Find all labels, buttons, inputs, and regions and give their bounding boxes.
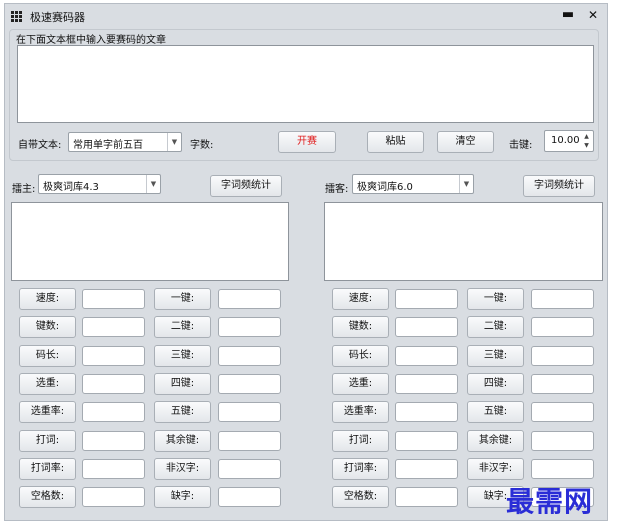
right-stat-value-col2-4 <box>531 402 594 422</box>
left-stat-value-col1-0 <box>82 289 145 309</box>
left-stat-label-col2-5[interactable]: 其余键: <box>154 430 211 452</box>
close-button[interactable]: ✕ <box>585 7 601 23</box>
left-stat-value-col2-0 <box>218 289 281 309</box>
right-output-box[interactable] <box>324 202 603 281</box>
left-stat-value-col1-4 <box>82 402 145 422</box>
grid-icon <box>11 11 23 22</box>
builtin-text-value: 常用单字前五百 <box>73 140 143 151</box>
right-stat-value-col2-6 <box>531 459 594 479</box>
right-stat-label-col2-3[interactable]: 四键: <box>467 373 524 395</box>
chevron-down-icon: ▼ <box>146 175 160 193</box>
chevron-down-icon: ▼ <box>459 175 473 193</box>
left-stat-label-col2-4[interactable]: 五键: <box>154 401 211 423</box>
right-dict-value: 极爽词库6.0 <box>357 182 413 193</box>
left-player-label: 擂主: <box>12 184 36 195</box>
article-prompt: 在下面文本框中输入要赛码的文章 <box>16 35 166 46</box>
right-player-label: 擂客: <box>325 184 349 195</box>
left-stat-value-col2-7 <box>218 487 281 507</box>
left-output-box[interactable] <box>11 202 289 281</box>
right-stats-button[interactable]: 字词频统计 <box>523 175 595 197</box>
right-stat-label-col1-3[interactable]: 选重: <box>332 373 389 395</box>
title-bar[interactable]: 极速赛码器 ▬ ✕ <box>5 4 607 28</box>
left-dict-value: 极爽词库4.3 <box>43 182 99 193</box>
spin-up-icon[interactable]: ▲ <box>582 132 591 141</box>
left-stat-label-col1-6[interactable]: 打词率: <box>19 458 76 480</box>
right-stat-value-col2-0 <box>531 289 594 309</box>
left-stat-label-col2-0[interactable]: 一键: <box>154 288 211 310</box>
right-stat-label-col2-0[interactable]: 一键: <box>467 288 524 310</box>
spin-down-icon[interactable]: ▼ <box>582 141 591 150</box>
left-stat-label-col1-0[interactable]: 速度: <box>19 288 76 310</box>
window-title: 极速赛码器 <box>30 11 85 24</box>
right-dict-select[interactable]: 极爽词库6.0 ▼ <box>352 174 474 194</box>
left-stat-value-col1-3 <box>82 374 145 394</box>
wordcount-label: 字数: <box>190 140 214 151</box>
right-stat-value-col1-3 <box>395 374 458 394</box>
right-stat-label-col1-4[interactable]: 选重率: <box>332 401 389 423</box>
left-stat-label-col1-7[interactable]: 空格数: <box>19 486 76 508</box>
right-stat-label-col1-2[interactable]: 码长: <box>332 345 389 367</box>
right-stat-value-col1-6 <box>395 459 458 479</box>
left-stat-value-col2-6 <box>218 459 281 479</box>
left-stat-label-col1-2[interactable]: 码长: <box>19 345 76 367</box>
right-stat-value-col1-2 <box>395 346 458 366</box>
article-textarea[interactable] <box>17 45 594 123</box>
right-stat-label-col1-7[interactable]: 空格数: <box>332 486 389 508</box>
clear-button[interactable]: 清空 <box>437 131 494 153</box>
left-stat-value-col1-7 <box>82 487 145 507</box>
right-stat-label-col1-0[interactable]: 速度: <box>332 288 389 310</box>
left-stat-label-col2-3[interactable]: 四键: <box>154 373 211 395</box>
left-stat-value-col1-5 <box>82 431 145 451</box>
right-stat-label-col1-1[interactable]: 键数: <box>332 316 389 338</box>
left-stat-value-col2-5 <box>218 431 281 451</box>
keystroke-spinbox[interactable]: 10.00 ▲ ▼ <box>544 130 594 152</box>
right-stat-label-col1-5[interactable]: 打词: <box>332 430 389 452</box>
left-stat-label-col1-1[interactable]: 键数: <box>19 316 76 338</box>
right-stat-value-col1-0 <box>395 289 458 309</box>
right-stat-label-col1-6[interactable]: 打词率: <box>332 458 389 480</box>
left-stat-value-col2-4 <box>218 402 281 422</box>
close-icon: ✕ <box>587 8 599 22</box>
left-stat-value-col1-6 <box>82 459 145 479</box>
right-stat-value-col2-5 <box>531 431 594 451</box>
left-stat-label-col1-3[interactable]: 选重: <box>19 373 76 395</box>
right-stat-value-col2-2 <box>531 346 594 366</box>
minimize-button[interactable]: ▬ <box>560 7 576 23</box>
right-stat-label-col2-4[interactable]: 五键: <box>467 401 524 423</box>
left-stat-label-col2-2[interactable]: 三键: <box>154 345 211 367</box>
left-stat-label-col1-4[interactable]: 选重率: <box>19 401 76 423</box>
right-stat-value-col2-1 <box>531 317 594 337</box>
left-stat-value-col1-2 <box>82 346 145 366</box>
left-stat-label-col2-1[interactable]: 二键: <box>154 316 211 338</box>
builtin-text-label: 自带文本: <box>18 140 62 151</box>
left-dict-select[interactable]: 极爽词库4.3 ▼ <box>38 174 161 194</box>
right-stat-value-col1-7 <box>395 487 458 507</box>
minimize-icon: ▬ <box>561 7 575 22</box>
start-button[interactable]: 开赛 <box>278 131 336 153</box>
left-stat-label-col2-6[interactable]: 非汉字: <box>154 458 211 480</box>
left-stat-value-col2-2 <box>218 346 281 366</box>
builtin-text-select[interactable]: 常用单字前五百 ▼ <box>68 132 182 152</box>
right-stat-value-col1-1 <box>395 317 458 337</box>
chevron-down-icon: ▼ <box>167 133 181 151</box>
paste-button[interactable]: 粘贴 <box>367 131 424 153</box>
right-stat-value-col2-3 <box>531 374 594 394</box>
left-stat-label-col2-7[interactable]: 缺字: <box>154 486 211 508</box>
left-stat-value-col2-1 <box>218 317 281 337</box>
right-stat-label-col2-2[interactable]: 三键: <box>467 345 524 367</box>
left-stats-button[interactable]: 字词频统计 <box>210 175 282 197</box>
right-stat-value-col1-4 <box>395 402 458 422</box>
keystroke-label: 击键: <box>509 140 533 151</box>
right-stat-label-col2-6[interactable]: 非汉字: <box>467 458 524 480</box>
left-stat-value-col2-3 <box>218 374 281 394</box>
right-stat-value-col1-5 <box>395 431 458 451</box>
left-stat-label-col1-5[interactable]: 打词: <box>19 430 76 452</box>
left-stat-value-col1-1 <box>82 317 145 337</box>
right-stat-label-col2-5[interactable]: 其余键: <box>467 430 524 452</box>
watermark: 最需网 <box>506 485 594 518</box>
keystroke-value: 10.00 <box>551 135 580 146</box>
right-stat-label-col2-1[interactable]: 二键: <box>467 316 524 338</box>
